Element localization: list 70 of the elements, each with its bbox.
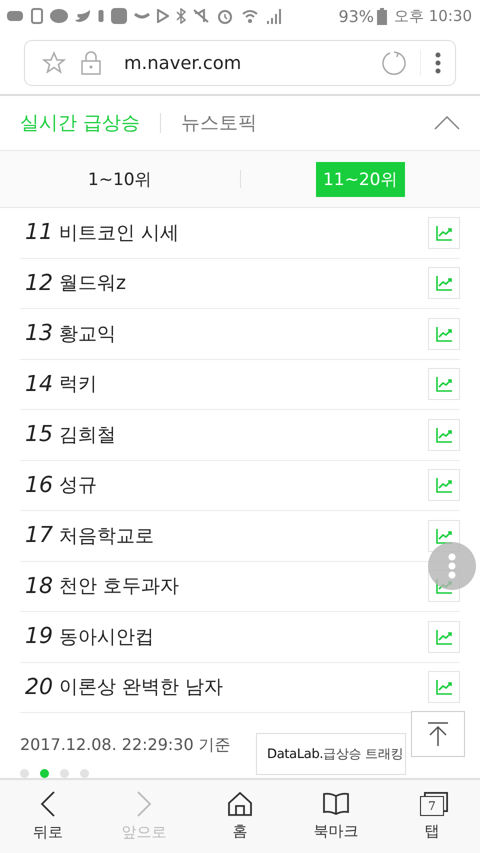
reload-icon[interactable] (380, 50, 406, 76)
back-icon (40, 791, 56, 817)
address-bar[interactable]: m.naver.com (24, 40, 456, 86)
scroll-top-button[interactable] (411, 711, 465, 757)
book-icon (322, 792, 350, 816)
mute-icon (193, 9, 209, 23)
floating-menu-button[interactable] (428, 542, 476, 590)
nav-button[interactable]: 7 탭 (384, 780, 480, 853)
rank-number: 15 (25, 422, 54, 448)
page-dot[interactable] (80, 769, 89, 778)
lock-icon (80, 51, 102, 75)
bluetooth-icon (176, 8, 186, 24)
rank-number: 16 (25, 472, 54, 498)
forward-icon (136, 791, 152, 817)
battery-icon (377, 7, 387, 25)
url-text: m.naver.com (124, 52, 242, 74)
signal-icon (266, 7, 282, 25)
rank-number: 12 (25, 270, 54, 296)
chat-bubble-icon (50, 9, 68, 23)
collapse-icon[interactable] (434, 116, 460, 130)
page-dot[interactable] (40, 769, 49, 778)
rank-number: 20 (25, 674, 54, 700)
rank-number: 11 (25, 220, 54, 246)
keyword-link[interactable]: 럭키 (59, 371, 97, 398)
more-icon[interactable] (435, 52, 441, 74)
trend-chart-icon[interactable] (428, 418, 460, 451)
battery-percent: 93% (338, 6, 374, 26)
keyword-link[interactable]: 김희철 (59, 422, 116, 448)
more-icon (448, 553, 456, 579)
star-icon[interactable] (42, 51, 66, 75)
rank-number: 14 (25, 372, 54, 397)
wifi-icon (241, 7, 259, 25)
datalab-link[interactable]: DataLab.급상승 트래킹 (256, 733, 406, 775)
page-dot[interactable] (20, 769, 29, 778)
phone-icon (31, 8, 43, 24)
rank-number: 18 (25, 574, 54, 599)
trend-chart-icon[interactable] (428, 469, 460, 502)
rank-number: 17 (25, 523, 54, 548)
clock: 오후 10:30 (394, 6, 472, 26)
keyword-link[interactable]: 월드워z (59, 270, 126, 296)
rank-number: 13 (25, 321, 54, 346)
page-dot[interactable] (60, 769, 69, 778)
arrow-up-icon (426, 721, 450, 747)
update-timestamp: 2017.12.08. 22:29:30 기준 (20, 735, 232, 756)
square-icon (111, 8, 127, 24)
nav-button[interactable]: 뒤로 (0, 780, 96, 853)
keyword-link[interactable]: 처음학교로 (59, 522, 154, 549)
trend-chart-icon[interactable] (428, 216, 460, 249)
keyword-link[interactable]: 천안 호두과자 (59, 573, 180, 600)
rank-number: 19 (25, 624, 54, 650)
alarm-icon (216, 7, 234, 25)
trend-chart-icon[interactable] (428, 620, 460, 653)
trend-chart-icon[interactable] (428, 267, 460, 300)
nav-button[interactable]: 북마크 (288, 780, 384, 853)
home-icon (228, 792, 252, 816)
play-icon (157, 9, 169, 23)
keyword-link[interactable]: 동아시안컵 (59, 624, 154, 650)
bird-icon (75, 9, 91, 23)
message-icon (6, 10, 24, 22)
trend-chart-icon[interactable] (428, 671, 460, 704)
keyword-link[interactable]: 성규 (59, 472, 97, 498)
trend-chart-icon[interactable] (428, 368, 460, 400)
keyword-link[interactable]: 비트코인 시세 (59, 220, 180, 246)
trend-chart-icon[interactable] (428, 318, 460, 350)
section-tab[interactable]: 뉴스토픽 (181, 110, 258, 136)
keyword-link[interactable]: 황교익 (59, 320, 116, 347)
keyword-link[interactable]: 이론상 완벽한 남자 (59, 674, 224, 700)
smile-icon (134, 12, 150, 20)
nav-button[interactable]: 홈 (192, 780, 288, 853)
rank-tab[interactable]: 1~10위 (80, 162, 159, 196)
